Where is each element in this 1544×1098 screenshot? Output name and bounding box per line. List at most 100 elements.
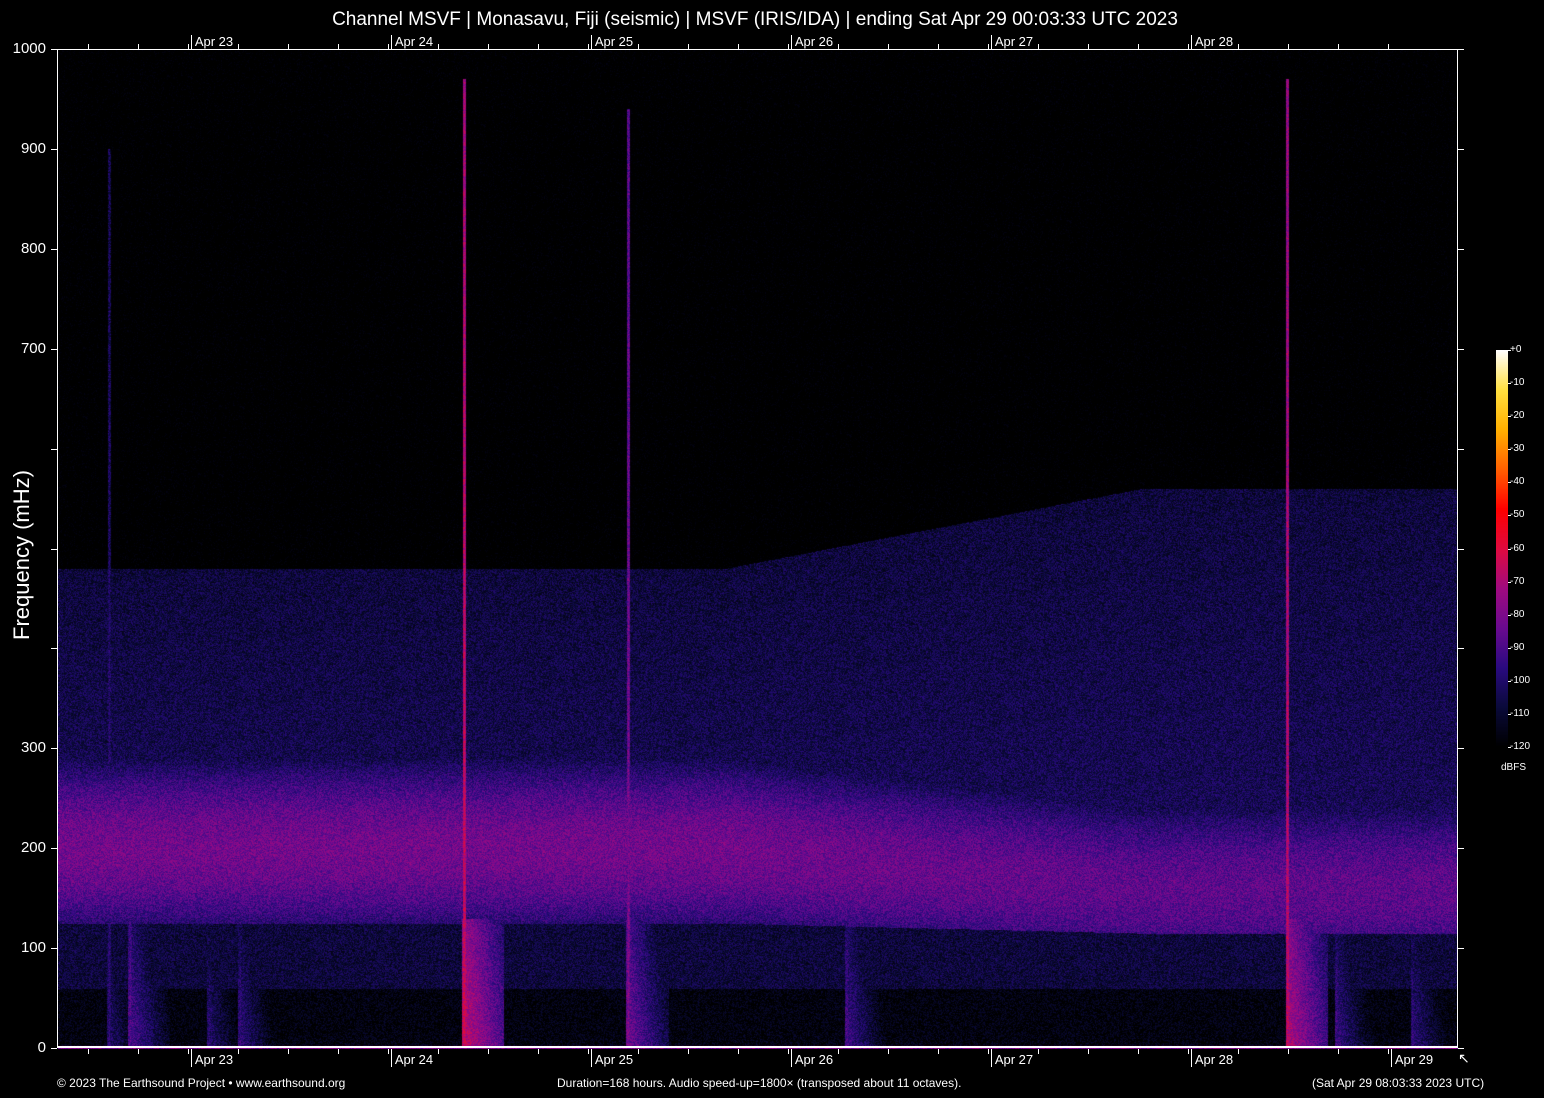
x-minor-tick-top — [338, 44, 339, 49]
x-minor-tick-top — [438, 44, 439, 49]
x-minor-tick — [788, 1049, 789, 1054]
duration-info: Duration=168 hours. Audio speed-up=1800×… — [557, 1076, 962, 1090]
x-minor-tick — [438, 1049, 439, 1054]
y-tick-label: 1000 — [12, 40, 46, 57]
x-minor-tick-top — [1188, 44, 1189, 49]
colorbar-tick-label: -120 — [1510, 741, 1531, 752]
x-major-tick-top — [590, 35, 592, 49]
colorbar-tick-label: -60 — [1510, 542, 1525, 554]
y-tick-right — [1458, 448, 1464, 450]
x-minor-tick-top — [788, 44, 789, 49]
x-major-tick-top — [1190, 35, 1192, 49]
y-tick-right — [1458, 248, 1464, 250]
x-minor-tick — [988, 1049, 989, 1054]
colorbar-tick-label: -10 — [1510, 377, 1525, 389]
x-tick-label-bottom: Apr 25 — [594, 1052, 634, 1067]
x-minor-tick — [1088, 1049, 1089, 1054]
y-tick — [51, 248, 57, 250]
x-minor-tick — [488, 1049, 489, 1054]
x-minor-tick — [538, 1049, 539, 1054]
x-tick-label-bottom: Apr 29 — [1394, 1052, 1434, 1067]
x-minor-tick — [88, 1049, 89, 1054]
y-tick-label: 200 — [20, 839, 46, 857]
y-tick — [51, 848, 57, 850]
x-major-tick — [190, 1049, 192, 1067]
y-tick-label: 0 — [37, 1039, 46, 1056]
colorbar-tick-label: -110 — [1510, 707, 1530, 719]
x-minor-tick-top — [388, 44, 389, 49]
colorbar — [1496, 350, 1508, 748]
x-tick-label-top: Apr 24 — [394, 34, 434, 49]
colorbar-tick-label: -80 — [1510, 608, 1525, 620]
x-tick-label-top: Apr 26 — [794, 34, 834, 49]
x-minor-tick — [938, 1049, 939, 1054]
chart-title: Channel MSVF | Monasavu, Fiji (seismic) … — [332, 9, 1178, 30]
y-tick — [51, 348, 57, 350]
x-minor-tick-top — [638, 44, 639, 49]
x-minor-tick-top — [538, 44, 539, 49]
y-tick-right — [1458, 49, 1464, 50]
x-minor-tick — [1388, 1049, 1389, 1054]
x-minor-tick-top — [1288, 44, 1289, 49]
x-major-tick — [790, 1049, 792, 1067]
x-minor-tick-top — [188, 44, 189, 49]
x-minor-tick — [638, 1049, 639, 1054]
x-tick-label-top: Apr 28 — [1194, 34, 1234, 49]
x-minor-tick — [738, 1049, 739, 1054]
x-tick-label-bottom: Apr 27 — [994, 1052, 1034, 1067]
x-major-tick — [1190, 1049, 1192, 1067]
x-minor-tick — [1288, 1049, 1289, 1054]
colorbar-tick-label: -20 — [1510, 410, 1525, 422]
copyright-text: © 2023 The Earthsound Project • www.eart… — [57, 1076, 346, 1090]
timestamp-text: (Sat Apr 29 08:03:33 2023 UTC) — [1312, 1076, 1485, 1090]
x-tick-label-top: Apr 27 — [994, 34, 1034, 49]
x-major-tick — [1390, 1049, 1392, 1067]
x-minor-tick-top — [88, 44, 89, 49]
x-tick-label-bottom: Apr 23 — [194, 1052, 234, 1067]
x-minor-tick — [288, 1049, 289, 1054]
x-major-tick-top — [790, 35, 792, 49]
x-minor-tick-top — [1138, 44, 1139, 49]
y-tick — [51, 49, 57, 50]
x-tick-label-bottom: Apr 26 — [794, 1052, 834, 1067]
y-tick-label: 700 — [20, 339, 46, 357]
colorbar-tick-label: -30 — [1510, 443, 1525, 455]
x-minor-tick — [238, 1049, 239, 1054]
spectrogram-heatmap — [58, 49, 1458, 1049]
y-tick — [51, 148, 57, 150]
x-minor-tick-top — [738, 44, 739, 49]
y-tick-right — [1458, 648, 1464, 650]
x-minor-tick — [1038, 1049, 1039, 1054]
y-tick-right — [1458, 848, 1464, 850]
x-minor-tick-top — [888, 44, 889, 49]
x-major-tick — [590, 1049, 592, 1067]
x-minor-tick — [1138, 1049, 1139, 1054]
x-minor-tick — [188, 1049, 189, 1054]
x-minor-tick-top — [838, 44, 839, 49]
x-minor-tick — [1338, 1049, 1339, 1054]
y-tick-label: 800 — [20, 239, 46, 257]
x-minor-tick-top — [238, 44, 239, 49]
y-tick-right — [1458, 1048, 1464, 1049]
y-tick — [51, 948, 57, 950]
x-minor-tick — [688, 1049, 689, 1054]
y-tick-right — [1458, 948, 1464, 950]
y-tick-label: 900 — [20, 139, 46, 157]
y-tick-right — [1458, 148, 1464, 150]
x-tick-label-top: Apr 25 — [594, 34, 634, 49]
y-tick-label: 100 — [20, 939, 46, 957]
x-minor-tick-top — [588, 44, 589, 49]
x-minor-tick — [138, 1049, 139, 1054]
x-minor-tick — [338, 1049, 339, 1054]
y-tick — [51, 1048, 57, 1049]
x-minor-tick — [588, 1049, 589, 1054]
colorbar-tick-label: -50 — [1510, 509, 1525, 521]
x-minor-tick-top — [138, 44, 139, 49]
x-tick-label-bottom: Apr 28 — [1194, 1052, 1234, 1067]
colorbar-tick-label: -40 — [1510, 476, 1525, 488]
spectrogram-plot — [58, 49, 1458, 1049]
x-minor-tick-top — [988, 44, 989, 49]
x-minor-tick-top — [938, 44, 939, 49]
x-minor-tick-top — [288, 44, 289, 49]
x-minor-tick-top — [1338, 44, 1339, 49]
